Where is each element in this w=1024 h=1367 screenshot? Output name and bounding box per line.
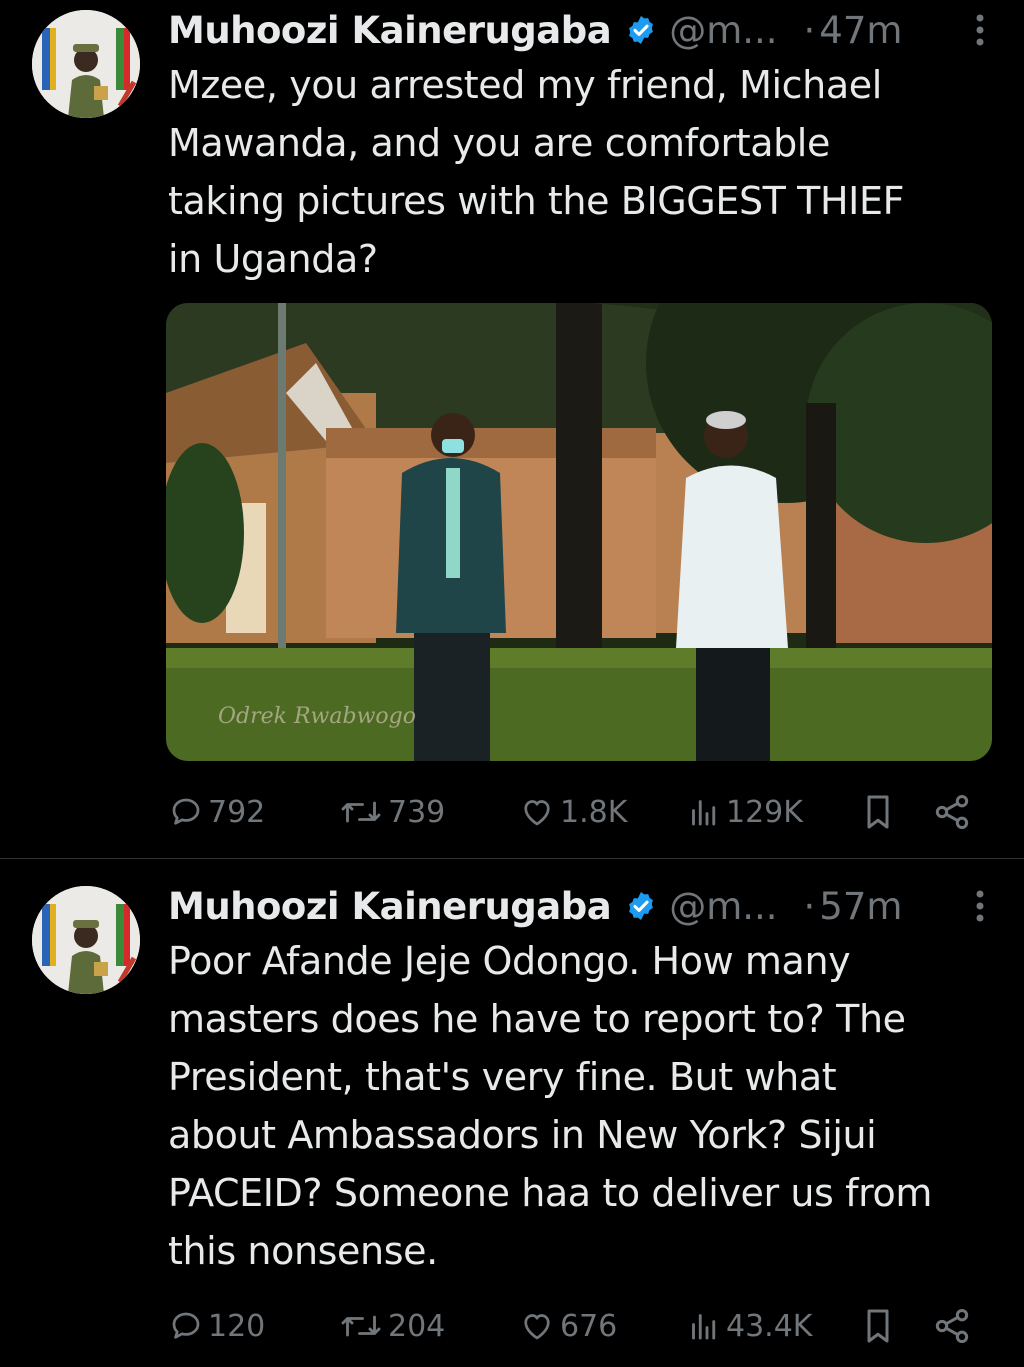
views-count: 129K — [726, 794, 803, 830]
like-icon — [524, 1314, 550, 1340]
repost-count: 204 — [388, 1308, 446, 1344]
tweet-text: Mzee, you arrested my friend, Michael Ma… — [168, 63, 905, 281]
author-handle[interactable]: @m... — [669, 9, 777, 52]
reply-icon — [172, 1312, 200, 1339]
avatar-image — [32, 10, 140, 118]
timestamp[interactable]: 47m — [819, 9, 902, 52]
verified-badge-icon — [625, 14, 657, 46]
like-button[interactable]: 1.8K — [518, 788, 627, 836]
tweet-actions: 792 739 1.8K 129K — [166, 788, 986, 836]
bookmark-icon — [867, 795, 889, 829]
reply-button[interactable]: 120 — [168, 1302, 265, 1350]
tweet-2[interactable]: Muhoozi Kainerugaba @m... · 57m Poor Afa… — [0, 860, 1024, 1367]
tweet-text: Poor Afande Jeje Odongo. How many master… — [168, 939, 932, 1273]
like-count: 676 — [560, 1308, 618, 1344]
views-icon — [692, 800, 716, 826]
reply-button[interactable]: 792 — [168, 788, 265, 836]
tweet-divider — [0, 858, 1024, 859]
share-button[interactable] — [932, 1302, 976, 1350]
views-count: 43.4K — [726, 1308, 813, 1344]
reply-count: 792 — [208, 794, 266, 830]
reply-icon — [172, 798, 200, 825]
reply-count: 120 — [208, 1308, 266, 1344]
avatar-image — [32, 886, 140, 994]
more-vertical-icon[interactable] — [974, 6, 986, 54]
photo-two-men-on-lawn: Odrek Rwabwogo — [166, 303, 992, 761]
share-button[interactable] — [932, 788, 976, 836]
like-icon — [524, 800, 550, 826]
bookmark-icon — [867, 1309, 889, 1343]
image-watermark: Odrek Rwabwogo — [218, 704, 416, 729]
tweet-header: Muhoozi Kainerugaba @m... · 57m — [168, 882, 984, 930]
like-button[interactable]: 676 — [518, 1302, 617, 1350]
repost-count: 739 — [388, 794, 446, 830]
repost-icon — [341, 1315, 381, 1337]
share-icon — [935, 795, 969, 829]
avatar[interactable] — [32, 886, 140, 994]
views-icon — [692, 1314, 716, 1340]
tweet-actions: 120 204 676 43.4K — [166, 1302, 986, 1350]
separator-dot: · — [803, 8, 816, 52]
verified-badge-icon — [625, 890, 657, 922]
bookmark-button[interactable] — [860, 788, 900, 836]
avatar[interactable] — [32, 10, 140, 118]
repost-button[interactable]: 739 — [338, 788, 445, 836]
tweet-header: Muhoozi Kainerugaba @m... · 47m — [168, 6, 984, 54]
author-handle[interactable]: @m... — [669, 885, 777, 928]
like-count: 1.8K — [560, 794, 628, 830]
more-vertical-icon[interactable] — [974, 882, 986, 930]
repost-icon — [341, 801, 381, 823]
author-name[interactable]: Muhoozi Kainerugaba — [168, 885, 612, 928]
author-name[interactable]: Muhoozi Kainerugaba — [168, 9, 612, 52]
bookmark-button[interactable] — [860, 1302, 900, 1350]
views-button[interactable]: 129K — [686, 788, 803, 836]
repost-button[interactable]: 204 — [338, 1302, 445, 1350]
timestamp[interactable]: 57m — [819, 885, 902, 928]
tweet-image[interactable]: Odrek Rwabwogo — [166, 303, 992, 761]
tweet-1[interactable]: Muhoozi Kainerugaba @m... · 47m Mzee, yo… — [0, 0, 1024, 858]
views-button[interactable]: 43.4K — [686, 1302, 812, 1350]
share-icon — [935, 1309, 969, 1343]
separator-dot: · — [803, 884, 816, 928]
